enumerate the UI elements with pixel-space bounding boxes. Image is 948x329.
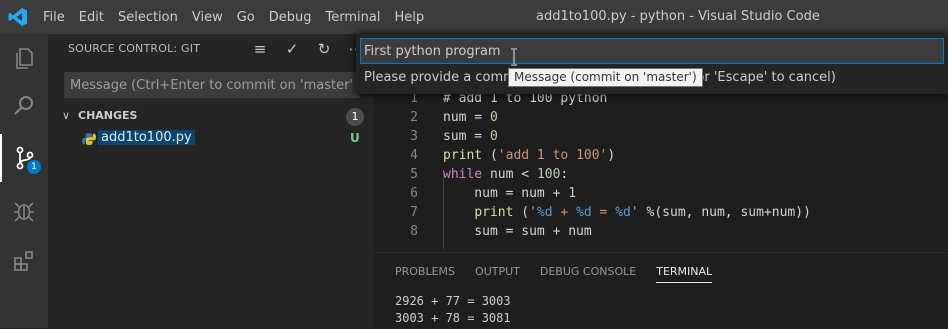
- text-cursor-icon: [511, 48, 517, 66]
- explorer-button[interactable]: [0, 34, 48, 82]
- extensions-icon: [14, 251, 33, 271]
- search-icon: [14, 96, 33, 115]
- tab-problems[interactable]: PROBLEMS: [395, 265, 455, 283]
- code-line: 4 print ('add 1 to 100'): [374, 148, 948, 167]
- menu-debug[interactable]: Debug: [262, 10, 319, 25]
- panel-tabs: PROBLEMS OUTPUT DEBUG CONSOLE TERMINAL: [395, 265, 732, 283]
- line-code: sum = sum + num: [443, 224, 592, 239]
- terminal-output-line: 3003 + 78 = 3081: [395, 311, 511, 325]
- code-line: 2 num = 0: [374, 110, 948, 129]
- line-code: print ('%d + %d = %d' %(sum, num, sum+nu…: [474, 205, 811, 220]
- source-control-sidebar: SOURCE CONTROL: GIT ≡ ✓ ↻ ⋯ ∨ CHANGES 1 …: [48, 34, 374, 328]
- commit-checkmark-icon[interactable]: ✓: [276, 38, 308, 60]
- bottom-panel: PROBLEMS OUTPUT DEBUG CONSOLE TERMINAL 2…: [374, 252, 948, 329]
- activity-bar: 1: [0, 34, 48, 328]
- sidebar-actions: ≡ ✓ ↻ ⋯: [244, 38, 372, 60]
- view-as-tree-icon[interactable]: ≡: [244, 38, 276, 60]
- changes-count-badge: 1: [346, 108, 364, 126]
- code-line: 6 num = num + 1: [374, 186, 948, 205]
- chevron-down-icon: ∨: [62, 109, 71, 122]
- files-icon: [16, 48, 33, 69]
- line-number: 2: [410, 110, 418, 125]
- tab-debug-console[interactable]: DEBUG CONSOLE: [540, 265, 636, 283]
- changed-file-name: add1to100.py: [98, 130, 195, 145]
- line-number: 7: [410, 205, 418, 220]
- menu-go[interactable]: Go: [230, 10, 262, 25]
- line-code: num = 0: [443, 110, 498, 125]
- line-number: 6: [410, 186, 418, 201]
- untracked-status-badge: U: [350, 131, 360, 145]
- tab-terminal[interactable]: TERMINAL: [656, 265, 713, 283]
- menu-view[interactable]: View: [185, 10, 230, 25]
- commit-message-input[interactable]: [64, 72, 360, 98]
- line-number: 3: [410, 129, 418, 144]
- terminal-output-line: 2926 + 77 = 3003: [395, 294, 511, 308]
- line-code: sum = 0: [443, 129, 498, 144]
- changes-group-header[interactable]: ∨ CHANGES 1: [48, 106, 374, 128]
- vscode-logo-icon: [8, 8, 27, 26]
- changed-file-item[interactable]: add1to100.py U: [48, 128, 374, 150]
- title-bar: File Edit Selection View Go Debug Termin…: [0, 0, 948, 34]
- window-title: add1to100.py - python - Visual Studio Co…: [536, 9, 820, 24]
- line-code: num = num + 1: [443, 186, 577, 201]
- line-number: 4: [410, 148, 418, 163]
- menu-file[interactable]: File: [36, 10, 72, 25]
- python-file-icon: [82, 133, 96, 145]
- line-code: print ('add 1 to 100'): [443, 148, 616, 163]
- source-control-badge: 1: [27, 160, 41, 174]
- search-button[interactable]: [0, 82, 48, 130]
- line-number: 5: [410, 167, 418, 182]
- changes-label: CHANGES: [78, 109, 138, 122]
- code-line: 5 while num < 100:: [374, 167, 948, 186]
- menu-bar: File Edit Selection View Go Debug Termin…: [36, 0, 431, 34]
- code-line: 8 sum = sum + num: [374, 224, 948, 243]
- menu-edit[interactable]: Edit: [72, 10, 111, 25]
- menu-help[interactable]: Help: [387, 10, 431, 25]
- tab-output[interactable]: OUTPUT: [475, 265, 520, 283]
- extensions-button[interactable]: [0, 238, 48, 286]
- sidebar-header: SOURCE CONTROL: GIT: [68, 42, 201, 55]
- code-line: 3 sum = 0: [374, 129, 948, 148]
- tooltip: Message (commit on 'master'): [508, 68, 703, 87]
- quick-input-field[interactable]: [360, 38, 944, 64]
- debug-icon: [14, 202, 34, 222]
- code-line: 7 print ('%d + %d = %d' %(sum, num, sum+…: [374, 205, 948, 224]
- menu-selection[interactable]: Selection: [111, 10, 185, 25]
- refresh-icon[interactable]: ↻: [308, 38, 340, 60]
- line-number: 8: [410, 224, 418, 239]
- menu-terminal[interactable]: Terminal: [319, 10, 388, 25]
- debug-button[interactable]: [0, 186, 48, 234]
- prompt-text-left: Please provide a commit: [364, 70, 525, 85]
- line-code: while num < 100:: [443, 167, 569, 182]
- source-control-button[interactable]: 1: [0, 134, 48, 182]
